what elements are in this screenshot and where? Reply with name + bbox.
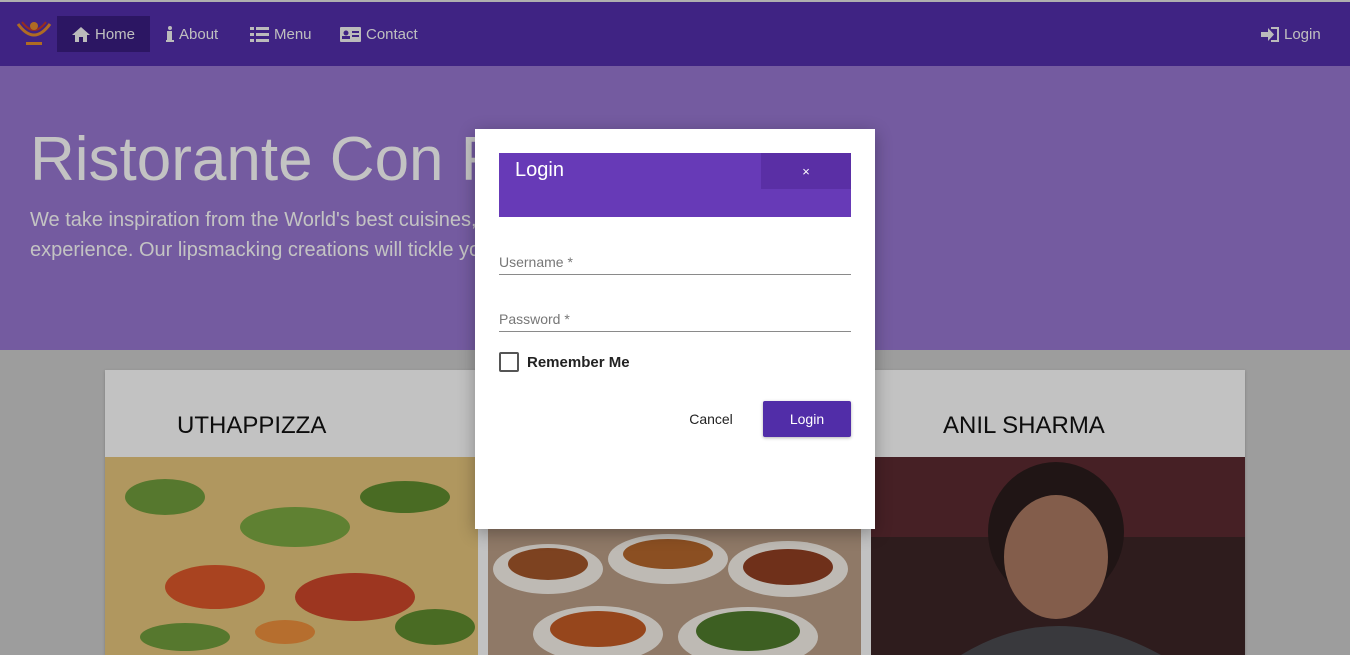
modal-title: Login (515, 159, 564, 181)
close-icon: × (802, 163, 810, 179)
login-modal: Login × Username * Password * Remember M… (475, 129, 875, 529)
username-field[interactable]: Username * (499, 251, 851, 275)
cancel-button[interactable]: Cancel (675, 401, 747, 437)
username-label: Username * (499, 254, 573, 270)
password-label: Password * (499, 311, 570, 327)
close-button[interactable]: × (761, 153, 851, 189)
password-field[interactable]: Password * (499, 308, 851, 332)
login-submit-button[interactable]: Login (763, 401, 851, 437)
remember-me-label[interactable]: Remember Me (527, 354, 630, 371)
modal-header: Login × (499, 153, 851, 217)
remember-me-checkbox[interactable] (499, 352, 519, 372)
